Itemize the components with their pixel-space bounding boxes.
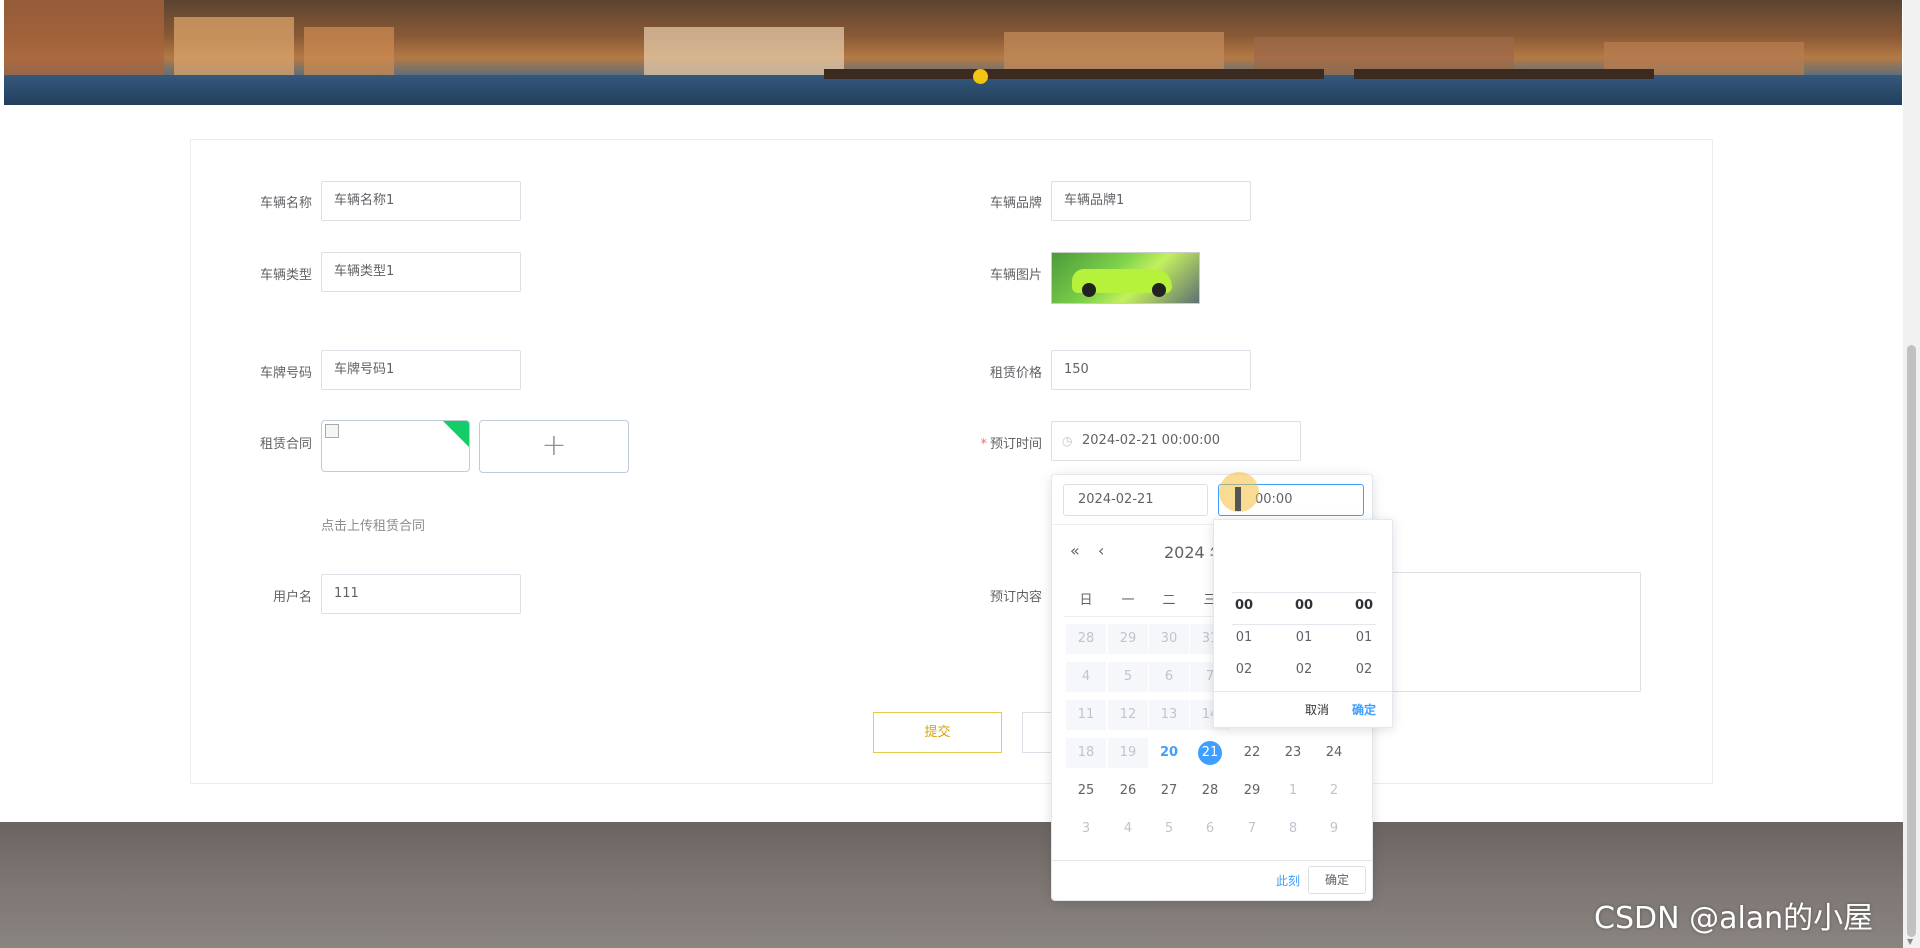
booking-content-label: 预订内容 (989, 590, 1042, 605)
day-cell[interactable]: 25 (1066, 776, 1106, 806)
booking-content-textarea[interactable] (1370, 572, 1641, 692)
weekday-tue: 二 (1162, 593, 1176, 608)
vehicle-type-label: 车辆类型 (259, 268, 312, 283)
required-asterisk: * (980, 437, 987, 452)
day-cell-next-month[interactable]: 8 (1273, 814, 1313, 844)
day-cell[interactable]: 23 (1273, 738, 1313, 768)
minute-column[interactable]: 00 01 02 (1284, 590, 1324, 686)
prev-month-icon[interactable]: ‹ (1098, 541, 1104, 560)
second-column[interactable]: 00 01 02 (1344, 590, 1384, 686)
day-cell: 28 (1066, 624, 1106, 654)
day-cell-selected[interactable]: 21 (1190, 738, 1230, 768)
hour-option[interactable]: 00 (1224, 590, 1264, 622)
contract-upload-button[interactable]: + (479, 420, 629, 473)
rental-price-label: 租赁价格 (989, 366, 1042, 381)
picker-footer: 此刻 确定 (1052, 860, 1372, 900)
hour-option[interactable]: 02 (1224, 654, 1264, 686)
booking-time-input[interactable]: ◷ 2024-02-21 00:00:00 (1051, 421, 1301, 461)
minute-option[interactable]: 01 (1284, 622, 1324, 654)
day-cell: 11 (1066, 700, 1106, 730)
day-cell-next-month[interactable]: 4 (1108, 814, 1148, 844)
now-button[interactable]: 此刻 (1276, 872, 1300, 889)
submit-button[interactable]: 提交 (873, 712, 1002, 753)
username-label: 用户名 (272, 590, 312, 605)
day-cell: 12 (1108, 700, 1148, 730)
day-cell: 19 (1108, 738, 1148, 768)
second-option[interactable]: 00 (1344, 590, 1384, 622)
picker-date-input[interactable]: 2024-02-21 (1063, 484, 1208, 516)
day-cell[interactable]: 24 (1314, 738, 1354, 768)
vehicle-type-input[interactable]: 车辆类型1 (321, 252, 521, 292)
upload-success-badge (442, 421, 469, 448)
booking-time-label: * 预订时间 (980, 437, 1042, 452)
hour-column[interactable]: 00 01 02 (1224, 590, 1264, 686)
minute-option[interactable]: 00 (1284, 590, 1324, 622)
text-cursor-icon (1235, 487, 1241, 511)
time-panel-footer: 取消 确定 (1214, 691, 1392, 727)
day-cell-next-month[interactable]: 6 (1190, 814, 1230, 844)
day-cell: 18 (1066, 738, 1106, 768)
day-cell[interactable]: 27 (1149, 776, 1189, 806)
second-option[interactable]: 02 (1344, 654, 1384, 686)
page-scrollbar[interactable]: ▼ (1903, 0, 1920, 948)
day-cell: 6 (1149, 662, 1189, 692)
time-confirm-button[interactable]: 确定 (1352, 701, 1376, 718)
hour-option[interactable]: 01 (1224, 622, 1264, 654)
vehicle-image-label: 车辆图片 (989, 268, 1042, 283)
vehicle-image[interactable] (1051, 252, 1200, 304)
minute-option[interactable]: 02 (1284, 654, 1324, 686)
second-option[interactable]: 01 (1344, 622, 1384, 654)
vehicle-brand-label: 车辆品牌 (989, 196, 1042, 211)
day-cell-next-month[interactable]: 7 (1232, 814, 1272, 844)
picker-header: 2024-02-21 00:00 (1052, 475, 1372, 525)
watermark: CSDN @alan的小屋 (1594, 901, 1874, 936)
prev-year-icon[interactable]: « (1070, 541, 1080, 560)
contract-label: 租赁合同 (259, 437, 312, 452)
contract-uploaded-file[interactable] (321, 420, 470, 472)
day-cell: 30 (1149, 624, 1189, 654)
day-cell-next-month[interactable]: 1 (1273, 776, 1313, 806)
carousel-indicator-dot[interactable] (973, 69, 988, 84)
username-input[interactable]: 111 (321, 574, 521, 614)
plate-number-input[interactable]: 车牌号码1 (321, 350, 521, 390)
day-cell: 29 (1108, 624, 1148, 654)
rental-price-input[interactable]: 150 (1051, 350, 1251, 390)
day-cell-next-month[interactable]: 5 (1149, 814, 1189, 844)
day-cell-next-month[interactable]: 9 (1314, 814, 1354, 844)
vehicle-brand-input[interactable]: 车辆品牌1 (1051, 181, 1251, 221)
broken-image-icon (325, 424, 339, 438)
picker-confirm-button[interactable]: 确定 (1308, 866, 1366, 894)
weekday-sun: 日 (1079, 593, 1093, 608)
day-cell-today[interactable]: 20 (1149, 738, 1189, 768)
day-cell[interactable]: 28 (1190, 776, 1230, 806)
vehicle-name-label: 车辆名称 (259, 196, 312, 211)
clock-icon: ◷ (1062, 434, 1073, 448)
day-cell[interactable]: 26 (1108, 776, 1148, 806)
time-cancel-button[interactable]: 取消 (1305, 701, 1329, 718)
day-cell-next-month[interactable]: 2 (1314, 776, 1354, 806)
secondary-button[interactable] (1022, 712, 1052, 753)
weekday-mon: 一 (1121, 593, 1135, 608)
day-cell: 5 (1108, 662, 1148, 692)
plate-number-label: 车牌号码 (259, 366, 312, 381)
time-spinner-panel: 00 01 02 00 01 02 00 01 02 取消 确定 (1213, 519, 1393, 728)
contract-upload-tip: 点击上传租赁合同 (321, 519, 426, 534)
day-cell[interactable]: 22 (1232, 738, 1272, 768)
day-cell[interactable]: 29 (1232, 776, 1272, 806)
day-cell-next-month[interactable]: 3 (1066, 814, 1106, 844)
scroll-down-arrow-icon[interactable]: ▼ (1907, 937, 1913, 946)
vehicle-name-input[interactable]: 车辆名称1 (321, 181, 521, 221)
hero-banner (4, 0, 1902, 105)
day-cell: 13 (1149, 700, 1189, 730)
day-cell: 4 (1066, 662, 1106, 692)
scrollbar-thumb[interactable] (1907, 345, 1916, 937)
